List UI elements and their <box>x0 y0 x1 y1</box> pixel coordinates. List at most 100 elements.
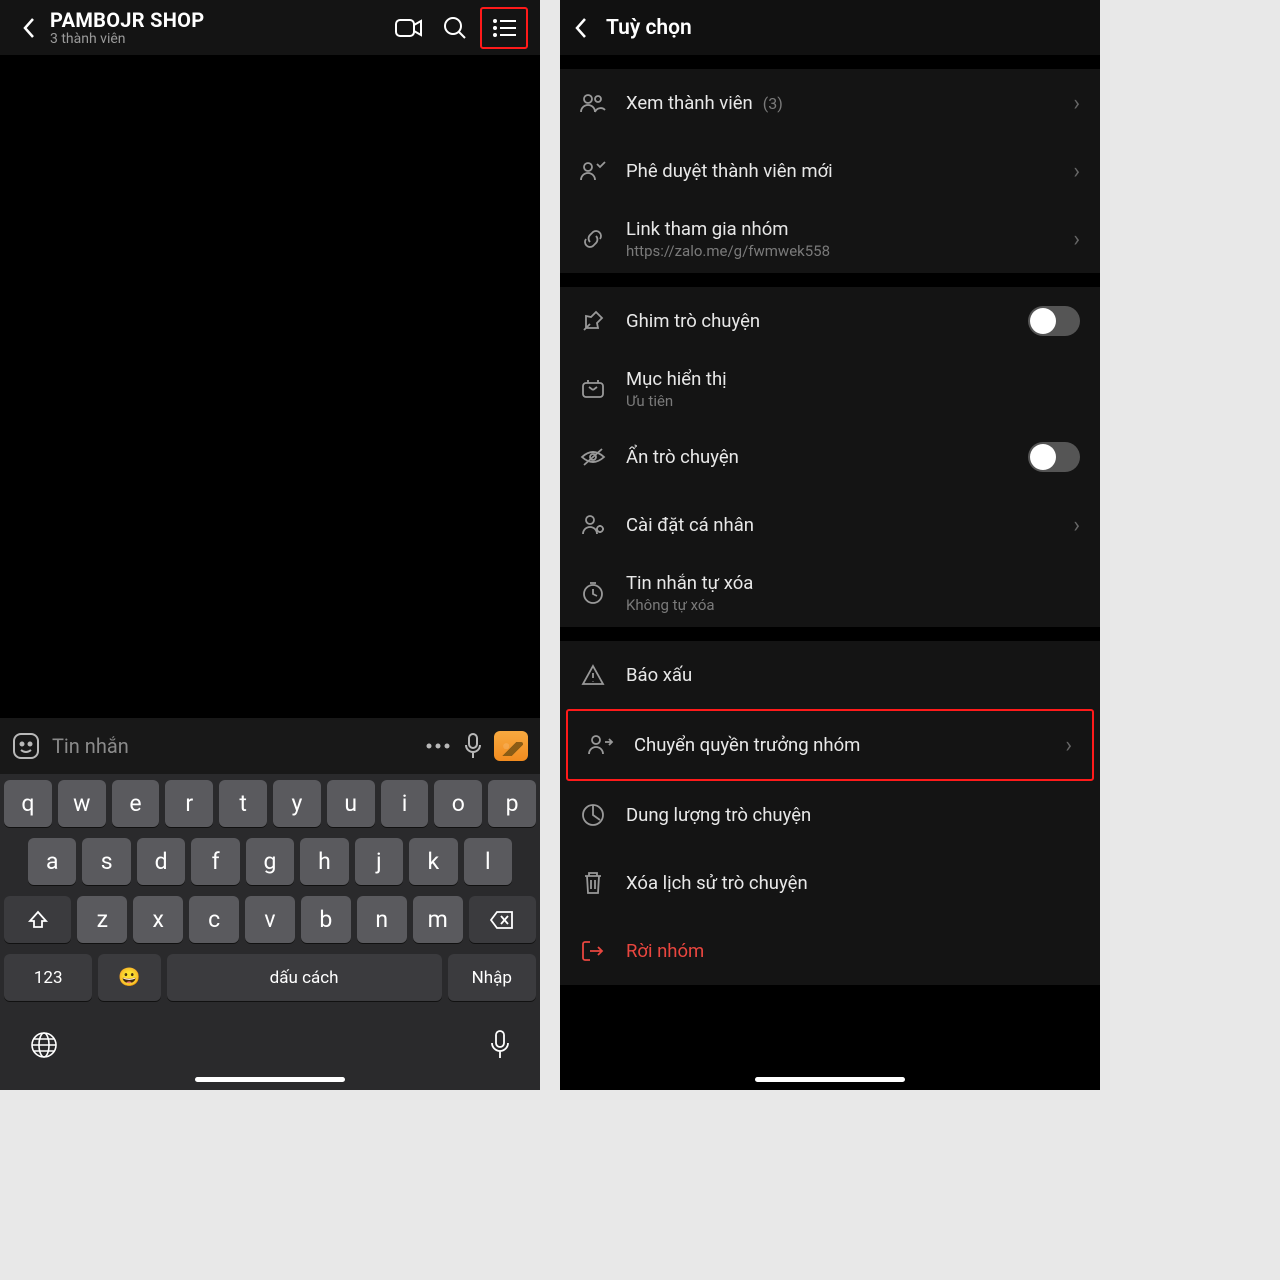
key-m[interactable]: m <box>413 896 463 943</box>
options-header: Tuỳ chọn <box>560 0 1100 55</box>
row-clear-history[interactable]: Xóa lịch sử trò chuyện <box>560 849 1100 917</box>
display-icon <box>580 379 606 399</box>
options-screen: Tuỳ chọn Xem thành viên (3) › Phê duyệt … <box>560 0 1100 1090</box>
row-auto-delete[interactable]: Tin nhắn tự xóa Không tự xóa <box>560 559 1100 627</box>
key-backspace[interactable] <box>469 896 536 943</box>
home-indicator <box>755 1077 905 1082</box>
key-h[interactable]: h <box>300 838 348 885</box>
key-l[interactable]: l <box>464 838 512 885</box>
key-x[interactable]: x <box>133 896 183 943</box>
chat-title: PAMBOJR SHOP <box>50 8 384 32</box>
back-button[interactable] <box>12 17 46 39</box>
key-123[interactable]: 123 <box>4 954 92 1001</box>
row-label: Cài đặt cá nhân <box>626 514 1053 536</box>
key-enter[interactable]: Nhập <box>448 954 536 1001</box>
chevron-right-icon: › <box>1073 91 1080 116</box>
key-q[interactable]: q <box>4 780 52 827</box>
key-shift[interactable] <box>4 896 71 943</box>
home-indicator <box>195 1077 345 1082</box>
dictation-icon[interactable] <box>490 1030 510 1060</box>
row-label: Rời nhóm <box>626 940 1080 962</box>
row-label: Phê duyệt thành viên mới <box>626 160 1053 182</box>
key-s[interactable]: s <box>82 838 130 885</box>
chat-subtitle: 3 thành viên <box>50 31 384 47</box>
key-e[interactable]: e <box>112 780 160 827</box>
chevron-right-icon: › <box>1073 513 1080 538</box>
key-r[interactable]: r <box>165 780 213 827</box>
chevron-right-icon: › <box>1073 227 1080 252</box>
chat-body <box>0 55 540 718</box>
pin-toggle[interactable] <box>1028 306 1080 336</box>
row-report[interactable]: Báo xấu <box>560 641 1100 709</box>
key-n[interactable]: n <box>357 896 407 943</box>
key-d[interactable]: d <box>137 838 185 885</box>
more-icon[interactable] <box>424 741 452 751</box>
link-icon <box>580 227 606 251</box>
key-p[interactable]: p <box>488 780 536 827</box>
kb-row-1: q w e r t y u i o p <box>4 780 536 827</box>
message-input[interactable]: Tin nhắn <box>52 734 412 758</box>
row-transfer-owner[interactable]: Chuyển quyền trưởng nhóm › <box>568 711 1092 779</box>
timer-icon <box>580 581 606 605</box>
key-f[interactable]: f <box>191 838 239 885</box>
row-label: Dung lượng trò chuyện <box>626 804 1080 826</box>
row-sublabel: Không tự xóa <box>626 596 1080 614</box>
section-actions: Báo xấu Chuyển quyền trưởng nhóm › Dung … <box>560 641 1100 985</box>
row-storage[interactable]: Dung lượng trò chuyện <box>560 781 1100 849</box>
hide-icon <box>580 447 606 467</box>
key-j[interactable]: j <box>355 838 403 885</box>
row-approve-members[interactable]: Phê duyệt thành viên mới › <box>560 137 1100 205</box>
kb-bottom-bar <box>4 1012 536 1077</box>
key-emoji[interactable]: 😀 <box>98 954 160 1001</box>
keyboard: q w e r t y u i o p a s d f g h j k l z <box>0 774 540 1090</box>
row-label: Báo xấu <box>626 664 1080 686</box>
row-label: Link tham gia nhóm <box>626 218 1053 240</box>
chevron-right-icon: › <box>1065 733 1072 758</box>
kb-row-3: z x c v b n m <box>4 896 536 943</box>
row-view-members[interactable]: Xem thành viên (3) › <box>560 69 1100 137</box>
key-o[interactable]: o <box>434 780 482 827</box>
key-k[interactable]: k <box>409 838 457 885</box>
menu-button[interactable] <box>480 7 528 49</box>
kb-row-4: 123 😀 dấu cách Nhập <box>4 954 536 1001</box>
video-call-button[interactable] <box>388 7 430 49</box>
pin-icon <box>580 310 606 332</box>
key-t[interactable]: t <box>219 780 267 827</box>
kb-row-2: a s d f g h j k l <box>4 838 536 885</box>
section-settings: Ghim trò chuyện Mục hiển thị Ưu tiên Ẩn … <box>560 287 1100 627</box>
key-a[interactable]: a <box>28 838 76 885</box>
key-y[interactable]: y <box>273 780 321 827</box>
key-c[interactable]: c <box>189 896 239 943</box>
back-button[interactable] <box>574 17 588 39</box>
mic-icon[interactable] <box>464 733 482 759</box>
hide-toggle[interactable] <box>1028 442 1080 472</box>
key-u[interactable]: u <box>327 780 375 827</box>
search-button[interactable] <box>434 7 476 49</box>
key-w[interactable]: w <box>58 780 106 827</box>
row-hide-chat[interactable]: Ẩn trò chuyện <box>560 423 1100 491</box>
key-g[interactable]: g <box>246 838 294 885</box>
key-v[interactable]: v <box>245 896 295 943</box>
transfer-highlight: Chuyển quyền trưởng nhóm › <box>566 709 1094 781</box>
row-group-link[interactable]: Link tham gia nhóm https://zalo.me/g/fwm… <box>560 205 1100 273</box>
sticker-icon[interactable] <box>12 732 40 760</box>
key-space[interactable]: dấu cách <box>167 954 442 1001</box>
leave-icon <box>580 940 606 962</box>
key-b[interactable]: b <box>301 896 351 943</box>
row-leave-group[interactable]: Rời nhóm <box>560 917 1100 985</box>
transfer-icon <box>588 734 614 756</box>
globe-icon[interactable] <box>30 1031 58 1059</box>
key-i[interactable]: i <box>381 780 429 827</box>
row-label: Tin nhắn tự xóa <box>626 572 1080 594</box>
chat-title-block[interactable]: PAMBOJR SHOP 3 thành viên <box>50 8 384 47</box>
warning-icon <box>580 664 606 686</box>
gallery-icon[interactable] <box>494 731 528 761</box>
row-personal-settings[interactable]: Cài đặt cá nhân › <box>560 491 1100 559</box>
row-display[interactable]: Mục hiển thị Ưu tiên <box>560 355 1100 423</box>
row-label: Ẩn trò chuyện <box>626 446 1008 468</box>
row-label: Mục hiển thị <box>626 368 1080 390</box>
chevron-right-icon: › <box>1073 159 1080 184</box>
row-pin-chat[interactable]: Ghim trò chuyện <box>560 287 1100 355</box>
options-title: Tuỳ chọn <box>606 16 692 40</box>
key-z[interactable]: z <box>77 896 127 943</box>
